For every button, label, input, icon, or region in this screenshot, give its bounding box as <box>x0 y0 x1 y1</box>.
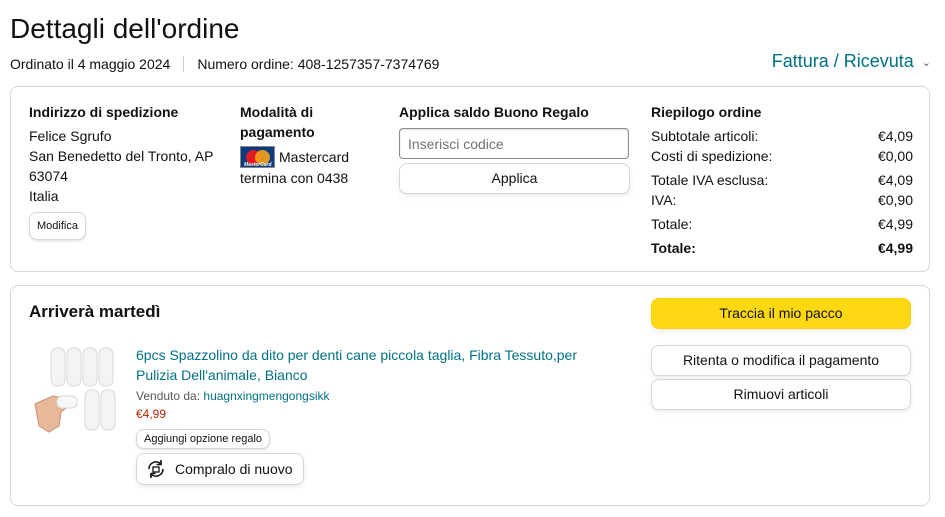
gift-card-section: Applica saldo Buono Regalo Applica <box>399 102 631 194</box>
summary-row: Totale IVA esclusa: €4,09 <box>651 172 913 188</box>
order-info-panel: Indirizzo di spedizione Felice Sgrufo Sa… <box>10 86 930 272</box>
payment-heading: Modalità di pagamento <box>240 104 315 140</box>
buy-again-label: Compralo di nuovo <box>175 461 293 477</box>
summary-heading: Riepilogo ordine <box>651 104 762 120</box>
buy-again-button[interactable]: Compralo di nuovo <box>136 453 304 485</box>
add-gift-option-button[interactable]: Aggiungi opzione regalo <box>136 429 271 449</box>
card-name: Mastercard <box>279 149 350 165</box>
mastercard-logo: MasterCard <box>240 146 275 168</box>
track-package-button[interactable]: Traccia il mio pacco <box>651 298 911 329</box>
shipping-address-section: Indirizzo di spedizione Felice Sgrufo Sa… <box>29 102 229 240</box>
buy-again-icon <box>148 460 164 478</box>
edit-address-button[interactable]: Modifica <box>29 212 86 240</box>
summary-total-row: Totale: €4,99 <box>651 240 913 256</box>
summary-row: Costi di spedizione: €0,00 <box>651 148 913 164</box>
page-title: Dettagli dell'ordine <box>10 13 240 44</box>
product-title-link[interactable]: 6pcs Spazzolino da dito per denti cane p… <box>136 345 606 385</box>
sold-by-label: Venduto da: <box>136 389 201 403</box>
chevron-down-icon: ⌄ <box>921 57 931 69</box>
retry-payment-button[interactable]: Ritenta o modifica il pagamento <box>651 345 911 376</box>
order-summary-section: Riepilogo ordine Subtotale articoli: €4,0… <box>651 102 913 258</box>
shipping-heading: Indirizzo di spedizione <box>29 104 179 120</box>
remove-items-button[interactable]: Rimuovi articoli <box>651 379 911 410</box>
apply-gift-button[interactable]: Applica <box>399 163 630 194</box>
shipping-country: Italia <box>29 188 59 204</box>
gift-code-input[interactable] <box>399 128 629 159</box>
payment-method-section: Modalità di pagamento MasterCard Masterc… <box>240 102 385 188</box>
seller-link[interactable]: huagnxingmengongsikk <box>203 389 329 403</box>
shipping-city: San Benedetto del Tronto, AP <box>29 148 214 164</box>
shipping-zip: 63074 <box>29 168 68 184</box>
payment-card-line: MasterCard Mastercard <box>240 146 385 168</box>
summary-row: IVA: €0,90 <box>651 192 913 208</box>
order-number: Numero ordine: 408-1257357-7374769 <box>197 56 440 72</box>
shipment-actions: Traccia il mio pacco Ritenta o modifica … <box>651 298 911 426</box>
seller-line: Venduto da: huagnxingmengongsikk <box>136 389 606 403</box>
gift-card-heading: Applica saldo Buono Regalo <box>399 104 589 120</box>
invoice-link[interactable]: Fattura / Ricevuta <box>772 51 914 72</box>
delivery-status: Arriverà martedì <box>29 302 161 321</box>
product-price: €4,99 <box>136 407 167 421</box>
shipment-panel: Arriverà martedì 6pcs Spazzolino da dito… <box>10 285 930 506</box>
invoice-dropdown[interactable]: Fattura / Ricevuta ⌄ <box>772 51 931 72</box>
summary-row: Totale: €4,99 <box>651 216 913 232</box>
shipping-name: Felice Sgrufo <box>29 128 112 144</box>
order-date: Ordinato il 4 maggio 2024 <box>10 56 171 72</box>
product-details: 6pcs Spazzolino da dito per denti cane p… <box>136 345 606 485</box>
summary-row: Subtotale articoli: €4,09 <box>651 128 913 144</box>
product-image[interactable] <box>33 346 127 436</box>
order-meta: Ordinato il 4 maggio 2024 Numero ordine:… <box>10 56 439 72</box>
meta-divider <box>183 56 185 72</box>
